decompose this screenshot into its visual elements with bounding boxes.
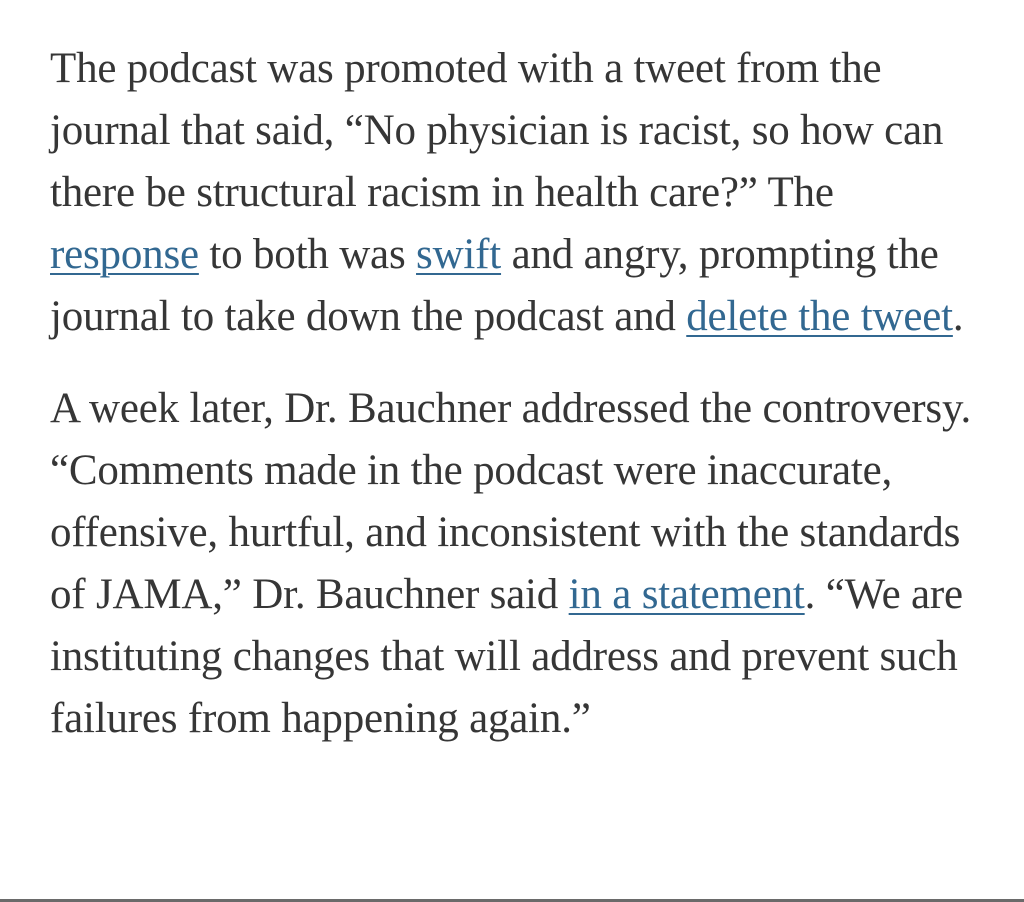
link-in-a-statement[interactable]: in a statement xyxy=(569,571,805,618)
paragraph-text: . xyxy=(952,293,964,340)
paragraph-bauchner-statement: A week later, Dr. Bauchner addressed the… xyxy=(50,378,990,750)
article-body: The podcast was promoted with a tweet fr… xyxy=(50,38,990,750)
link-delete-the-tweet[interactable]: delete the tweet xyxy=(686,293,953,340)
link-swift[interactable]: swift xyxy=(416,231,501,278)
paragraph-text: The podcast was promoted with a tweet fr… xyxy=(50,45,944,216)
link-response[interactable]: response xyxy=(50,231,199,278)
paragraph-text: to both was xyxy=(198,231,417,278)
paragraph-podcast-tweet: The podcast was promoted with a tweet fr… xyxy=(50,38,990,348)
